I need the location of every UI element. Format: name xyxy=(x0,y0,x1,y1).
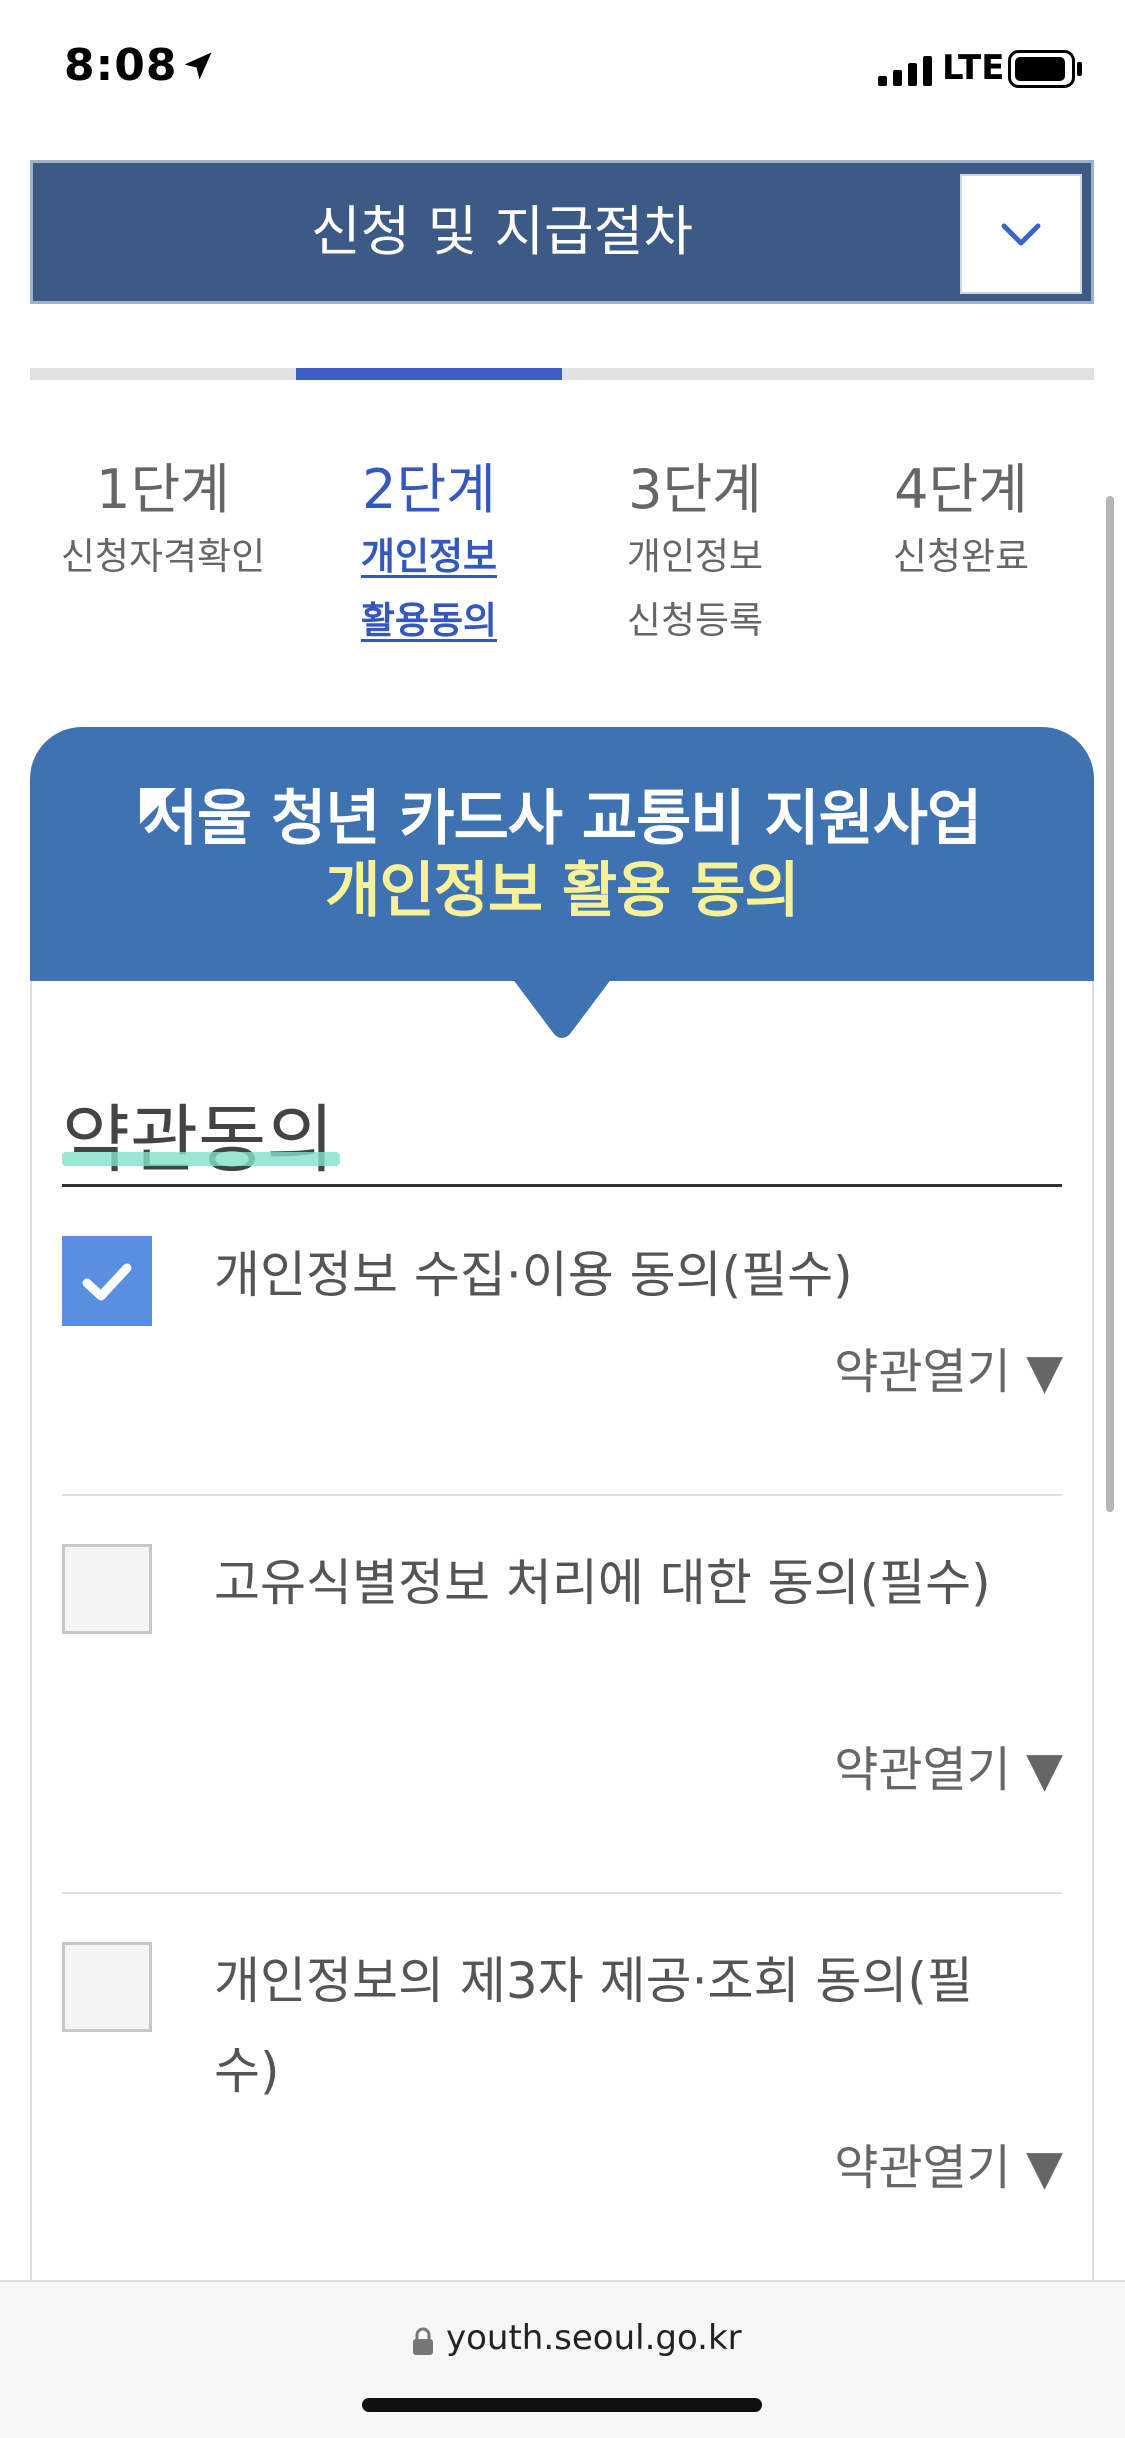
step-number: 3단계 xyxy=(628,458,762,521)
open-terms-link[interactable]: 약관열기 ▼ xyxy=(834,1332,1063,1402)
agreement-label: 개인정보의 제3자 제공·조회 동의(필수) xyxy=(214,1952,973,2100)
page-title: 신청 및 지급절차 xyxy=(310,200,694,263)
step-4: 4단계 신청완료 xyxy=(828,455,1094,589)
section-title-highlight xyxy=(62,1152,340,1166)
step-1: 1단계 신청자격확인 xyxy=(30,455,296,589)
step-2: 2단계 개인정보 활용동의 xyxy=(296,455,562,653)
agree-checkbox-third-party[interactable] xyxy=(62,1942,152,2032)
step-label: 신청완료 xyxy=(892,535,1030,578)
checkmark-icon xyxy=(82,1263,132,1301)
step-label: 개인정보 xyxy=(360,535,498,578)
location-arrow-icon xyxy=(184,52,212,80)
open-terms-link[interactable]: 약관열기 ▼ xyxy=(834,2128,1063,2198)
url-text[interactable]: youth.seoul.go.kr xyxy=(446,2318,742,2358)
banner-subtitle: 개인정보 활용 동의 xyxy=(325,856,799,926)
step-number: 1단계 xyxy=(96,458,230,521)
network-label: LTE xyxy=(942,48,1005,88)
agreement-divider xyxy=(62,1892,1062,1894)
browser-address-bar[interactable] xyxy=(0,2280,1125,2438)
section-divider xyxy=(62,1184,1062,1187)
section-title: 약관동의 xyxy=(62,1097,335,1183)
signal-icon xyxy=(878,56,932,86)
banner-pointer-icon xyxy=(512,978,612,1038)
agreement-label: 개인정보 수집·이용 동의(필수) xyxy=(214,1246,853,1304)
open-terms-link[interactable]: 약관열기 ▼ xyxy=(834,1730,1063,1800)
agree-checkbox-privacy-collection[interactable] xyxy=(62,1236,152,1326)
step-label: 신청자격확인 xyxy=(60,535,266,578)
step-label: 활용동의 xyxy=(360,599,498,642)
battery-icon xyxy=(1008,50,1082,88)
lock-icon xyxy=(413,2327,433,2355)
agreement-divider xyxy=(62,1494,1062,1496)
step-progress-track xyxy=(30,368,1094,380)
step-number: 2단계 xyxy=(362,458,496,521)
step-label: 신청등록 xyxy=(626,599,764,642)
agree-checkbox-unique-id[interactable] xyxy=(62,1544,152,1634)
step-3: 3단계 개인정보 신청등록 xyxy=(562,455,828,653)
agreement-label: 고유식별정보 처리에 대한 동의(필수) xyxy=(214,1554,991,1612)
step-number: 4단계 xyxy=(894,458,1028,521)
step-progress-fill xyxy=(296,368,562,380)
home-indicator[interactable] xyxy=(362,2398,762,2412)
step-label: 개인정보 xyxy=(626,535,764,578)
scrollbar[interactable] xyxy=(1106,496,1114,1512)
chevron-down-icon[interactable] xyxy=(996,210,1046,260)
status-time: 8:08 xyxy=(64,40,178,91)
